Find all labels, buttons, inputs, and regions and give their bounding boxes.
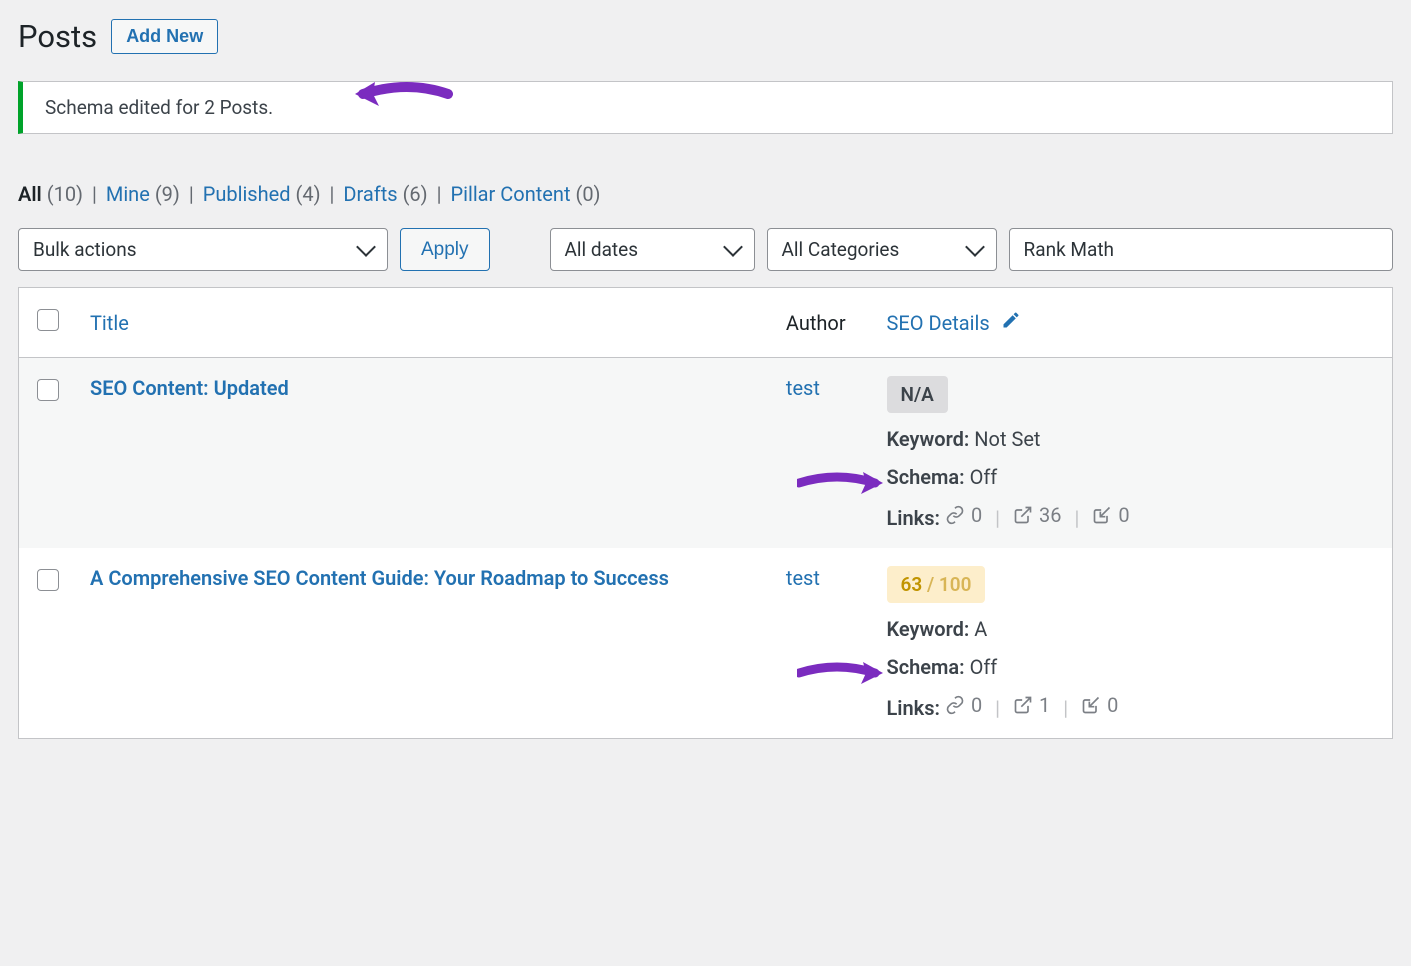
post-author-link[interactable]: test (786, 376, 820, 400)
links-incoming-count: 0 (1107, 693, 1118, 717)
table-row: A Comprehensive SEO Content Guide: Your … (19, 548, 1393, 739)
filter-drafts[interactable]: Drafts (343, 182, 397, 206)
filter-published[interactable]: Published (203, 182, 291, 206)
post-title-link[interactable]: A Comprehensive SEO Content Guide: Your … (90, 566, 669, 590)
filter-mine[interactable]: Mine (106, 182, 150, 206)
table-row: SEO Content: Updated test N/A Keyword: N… (19, 358, 1393, 549)
post-author-link[interactable]: test (786, 566, 820, 590)
posts-table: Title Author SEO Details SEO Content: Up… (18, 287, 1393, 739)
schema-label: Schema: (887, 465, 965, 489)
filter-all-count: (10) (47, 182, 83, 206)
column-seo-details[interactable]: SEO Details (873, 288, 1393, 358)
seo-score-badge: 63 / 100 (887, 566, 986, 603)
filter-mine-count: (9) (155, 182, 180, 206)
keyword-label: Keyword: (887, 427, 970, 451)
column-title[interactable]: Title (76, 288, 772, 358)
seo-score-badge: N/A (887, 376, 948, 413)
incoming-link-icon (1092, 505, 1112, 525)
external-link-icon (1013, 695, 1033, 715)
external-link-icon (1013, 505, 1033, 525)
row-checkbox[interactable] (37, 379, 59, 401)
select-all-checkbox[interactable] (37, 309, 59, 331)
filter-drafts-count: (6) (403, 182, 428, 206)
post-status-filters: All (10) | Mine (9) | Published (4) | Dr… (18, 182, 1393, 206)
categories-select[interactable]: All Categories (767, 228, 997, 271)
schema-label: Schema: (887, 655, 965, 679)
page-title: Posts (18, 18, 97, 55)
keyword-value: A (974, 617, 987, 641)
links-external-count: 1 (1039, 693, 1050, 717)
bulk-actions-select[interactable]: Bulk actions (18, 228, 388, 271)
links-external-count: 36 (1039, 503, 1061, 527)
pencil-icon (1001, 311, 1021, 335)
schema-value: Off (970, 465, 998, 489)
schema-value: Off (970, 655, 998, 679)
links-incoming-count: 0 (1118, 503, 1129, 527)
link-icon (945, 505, 965, 525)
links-internal-count: 0 (971, 693, 982, 717)
links-internal-count: 0 (971, 503, 982, 527)
filter-all[interactable]: All (18, 182, 47, 206)
keyword-label: Keyword: (887, 617, 970, 641)
incoming-link-icon (1081, 695, 1101, 715)
add-new-button[interactable]: Add New (111, 19, 218, 54)
admin-notice: Schema edited for 2 Posts. (18, 81, 1393, 134)
post-title-link[interactable]: SEO Content: Updated (90, 376, 289, 400)
row-checkbox[interactable] (37, 569, 59, 591)
link-icon (945, 695, 965, 715)
keyword-value: Not Set (974, 427, 1040, 451)
chevron-down-icon (356, 237, 376, 257)
filter-pillar[interactable]: Pillar Content (450, 182, 570, 206)
apply-button[interactable]: Apply (400, 228, 490, 271)
annotation-arrow-icon (353, 72, 453, 116)
chevron-down-icon (965, 237, 985, 257)
notice-text: Schema edited for 2 Posts. (45, 96, 273, 119)
links-label: Links: (887, 506, 940, 530)
column-author: Author (772, 288, 873, 358)
chevron-down-icon (723, 237, 743, 257)
filter-published-count: (4) (296, 182, 321, 206)
rankmath-select[interactable]: Rank Math (1009, 228, 1393, 271)
filter-pillar-count: (0) (575, 182, 600, 206)
links-label: Links: (887, 696, 940, 720)
dates-select[interactable]: All dates (550, 228, 755, 271)
